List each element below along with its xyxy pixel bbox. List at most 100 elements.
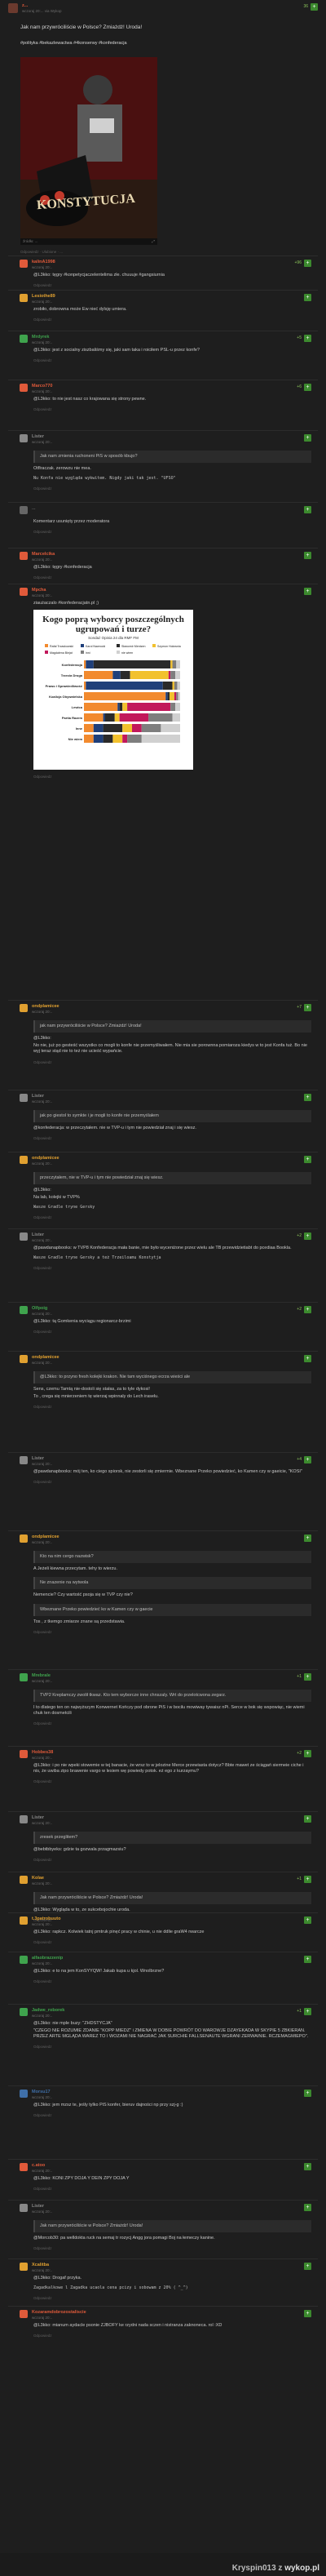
comment-avatar[interactable] (20, 1232, 28, 1241)
comment-avatar[interactable] (20, 1355, 28, 1363)
comment-chart-image[interactable]: Kogo poprą wyborcy poszczególnych ugrupo… (33, 610, 193, 771)
comment-plus-button[interactable]: + (304, 294, 311, 301)
comment-plus-button[interactable]: + (304, 260, 311, 267)
comment-plus-button[interactable]: + (304, 1956, 311, 1963)
comment-avatar[interactable] (20, 1876, 28, 1884)
site-signature-name[interactable]: Kryspin013 (232, 2564, 276, 2573)
comment-plus-button[interactable]: + (304, 1232, 311, 1240)
comment-actions[interactable]: Odpowiedz (33, 1405, 311, 1410)
comment-avatar[interactable] (20, 1815, 28, 1823)
comment-plus-button[interactable]: + (304, 588, 311, 595)
comment-avatar[interactable] (20, 384, 28, 392)
comment-actions[interactable]: Odpowiedz (33, 1630, 311, 1635)
comment-actions[interactable]: Odpowiedz (33, 2334, 311, 2338)
comment-actions[interactable]: Odpowiedz (33, 1060, 311, 1065)
comment-avatar[interactable] (20, 1673, 28, 1681)
comment-plus-button[interactable]: + (304, 1534, 311, 1542)
comment-plus-button[interactable]: + (304, 1094, 311, 1101)
comment-author[interactable]: Lister (32, 1815, 52, 1821)
comment-author[interactable]: ... (32, 506, 36, 512)
comment-avatar[interactable] (20, 2008, 28, 2016)
comment-avatar[interactable] (20, 1916, 28, 1925)
comment-avatar[interactable] (20, 506, 28, 514)
comment-avatar[interactable] (20, 260, 28, 268)
comment-avatar[interactable] (20, 1004, 28, 1012)
comment-author[interactable]: ondplamicee (32, 1004, 59, 1010)
comment-plus-button[interactable]: + (304, 2263, 311, 2270)
comment-author[interactable]: c.atoo (32, 2163, 52, 2169)
comment-plus-button[interactable]: + (304, 1306, 311, 1313)
comment-plus-button[interactable]: + (304, 2163, 311, 2170)
comment-author[interactable]: Hobbes38 (32, 1750, 53, 1756)
comment-avatar[interactable] (20, 1094, 28, 1102)
comment-actions[interactable]: Odpowiedz (33, 358, 311, 363)
comment-plus-button[interactable]: + (304, 506, 311, 513)
comment-plus-button[interactable]: + (304, 1876, 311, 1883)
comment-author[interactable]: Marcelcika (32, 552, 55, 557)
comment-plus-button[interactable]: + (304, 1916, 311, 1924)
op-author[interactable]: z... (22, 3, 61, 9)
comment-author[interactable]: Morsu17 (32, 2090, 52, 2095)
comment-actions[interactable]: Odpowiedz (33, 407, 311, 412)
comment-author[interactable]: Lister (32, 2204, 52, 2210)
expand-icon[interactable]: ⤢ (152, 239, 155, 244)
comment-avatar[interactable] (20, 2263, 28, 2271)
comment-avatar[interactable] (20, 1956, 28, 1964)
comment-plus-button[interactable]: + (304, 1156, 311, 1163)
comment-author[interactable]: kalinA1998 (32, 260, 55, 265)
comment-plus-button[interactable]: + (304, 1456, 311, 1463)
comment-author[interactable]: Kolae (32, 1876, 52, 1881)
comment-actions[interactable]: Odpowiedz (33, 1266, 311, 1271)
comment-author[interactable]: Lister (32, 1456, 52, 1462)
comment-actions[interactable]: Odpowiedz (33, 486, 311, 491)
comment-avatar[interactable] (20, 1306, 28, 1314)
comment-author[interactable]: t.3patrobuuto (32, 1916, 60, 1922)
comment-actions[interactable]: Odpowiedz (33, 1779, 311, 1784)
comment-avatar[interactable] (20, 1534, 28, 1543)
comment-avatar[interactable] (20, 1156, 28, 1164)
comment-actions[interactable]: Odpowiedz (33, 1979, 311, 1984)
comment-author[interactable]: ondplamicee (32, 1534, 59, 1540)
comment-plus-button[interactable]: + (304, 2204, 311, 2211)
comment-author[interactable]: ondplamicee (32, 1355, 59, 1361)
comment-author[interactable]: Mpcha (32, 588, 52, 593)
comment-plus-button[interactable]: + (304, 335, 311, 342)
op-actions[interactable]: Odpowiedz · Ulubione · ... (20, 250, 318, 255)
comment-author[interactable]: Olfpoig (32, 1306, 52, 1312)
comment-actions[interactable]: Odpowiedz (33, 1721, 311, 1726)
comment-plus-button[interactable]: + (304, 1750, 311, 1757)
comment-plus-button[interactable]: + (304, 2008, 311, 2015)
comment-avatar[interactable] (20, 1750, 28, 1758)
comment-avatar[interactable] (20, 294, 28, 302)
comment-actions[interactable]: Odpowiedz (33, 1215, 311, 1220)
comment-actions[interactable]: Odpowiedz (33, 2113, 311, 2118)
comment-plus-button[interactable]: + (304, 552, 311, 559)
comment-author[interactable]: Lister (32, 1094, 52, 1099)
comment-actions[interactable]: Odpowiedz (33, 1480, 311, 1485)
comment-plus-button[interactable]: + (304, 2090, 311, 2097)
comment-plus-button[interactable]: + (304, 1355, 311, 1362)
comment-author[interactable]: Lister (32, 1232, 52, 1238)
comment-author[interactable]: Lister (32, 434, 52, 440)
op-image-source[interactable]: źródło: ... (23, 239, 38, 244)
comment-plus-button[interactable]: + (304, 384, 311, 391)
op-avatar[interactable] (8, 3, 18, 13)
comment-avatar[interactable] (20, 335, 28, 343)
comment-avatar[interactable] (20, 552, 28, 560)
comment-actions[interactable]: Odpowiedz (33, 1858, 311, 1863)
comment-avatar[interactable] (20, 2163, 28, 2171)
comment-author[interactable]: Jadwe_roborek (32, 2008, 64, 2014)
comment-actions[interactable]: Odpowiedz (33, 1940, 311, 1945)
comment-avatar[interactable] (20, 588, 28, 596)
comment-avatar[interactable] (20, 434, 28, 442)
comment-plus-button[interactable]: + (304, 1004, 311, 1011)
comment-actions[interactable]: Odpowiedz (33, 575, 311, 580)
comment-actions[interactable]: Odpowiedz (33, 2246, 311, 2251)
comment-author[interactable]: alfaobrazzenip (32, 1956, 63, 1961)
comment-actions[interactable]: Odpowiedz (33, 318, 311, 322)
comment-plus-button[interactable]: + (304, 1815, 311, 1823)
comment-avatar[interactable] (20, 1456, 28, 1464)
comment-author[interactable]: Mrdyrek (32, 335, 52, 340)
comment-author[interactable]: ondplamicee (32, 1156, 59, 1161)
op-tags[interactable]: #polityka #bekazlewactwa #4konserwy #kon… (8, 41, 318, 47)
